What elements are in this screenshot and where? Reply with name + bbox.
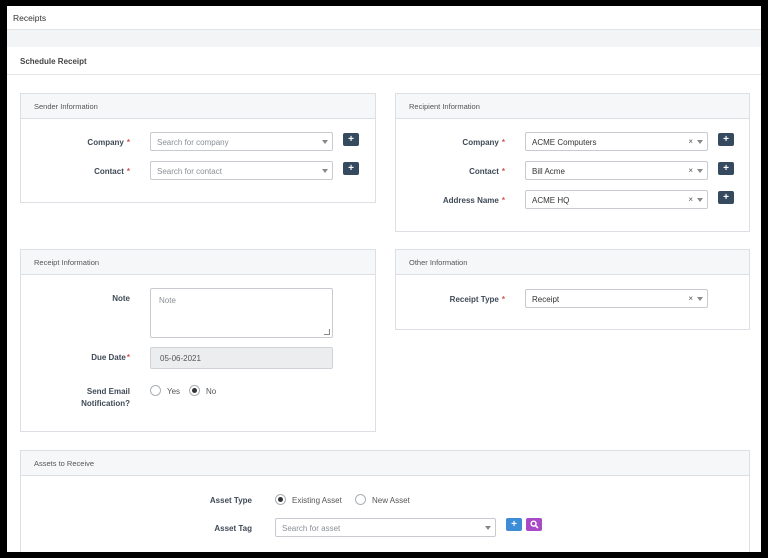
asset-type-existing-radio[interactable] — [275, 494, 286, 505]
clear-x-icon[interactable]: × — [688, 195, 693, 204]
note-placeholder: Note — [159, 296, 176, 305]
assets-panel-title: Assets to Receive — [34, 459, 95, 468]
recipient-panel: Recipient Information Company * ACME Comp… — [395, 93, 750, 232]
due-date-label: Due Date* — [91, 353, 130, 362]
app-window: Receipts Schedule Receipt Sender Informa… — [7, 6, 761, 552]
plus-icon: + — [348, 163, 354, 174]
due-date-value: 05-06-2021 — [160, 354, 201, 363]
sender-company-select[interactable]: Search for company — [150, 132, 333, 151]
receipt-type-select[interactable]: Receipt × — [525, 289, 708, 308]
other-info-panel-header: Other Information — [396, 250, 749, 275]
caret-down-icon — [322, 169, 328, 173]
required-mark: * — [501, 196, 505, 205]
recipient-address-value: ACME HQ — [532, 196, 570, 205]
caret-down-icon — [697, 297, 703, 301]
due-date-input[interactable]: 05-06-2021 — [150, 347, 333, 369]
sender-contact-select[interactable]: Search for contact — [150, 161, 333, 180]
assets-panel-header: Assets to Receive — [21, 451, 749, 476]
required-mark: * — [501, 138, 505, 147]
add-sender-company-button[interactable]: + — [343, 133, 359, 146]
recipient-company-label: Company * — [462, 138, 505, 147]
required-mark: * — [126, 167, 130, 176]
magnifier-icon — [529, 520, 538, 529]
plus-icon: + — [723, 134, 729, 145]
clear-x-icon[interactable]: × — [688, 166, 693, 175]
required-mark: * — [501, 295, 505, 304]
sender-company-placeholder: Search for company — [157, 138, 229, 147]
note-textarea[interactable]: Note — [150, 288, 333, 338]
receipt-type-value: Receipt — [532, 295, 560, 304]
required-mark: * — [126, 353, 130, 362]
recipient-contact-label: Contact * — [469, 167, 505, 176]
other-info-panel: Other Information Receipt Type * Receipt … — [395, 249, 750, 330]
send-email-yes-label: Yes — [167, 387, 181, 396]
plus-icon: + — [723, 192, 729, 203]
recipient-panel-header: Recipient Information — [396, 94, 749, 119]
send-email-label: Send Email Notification? — [81, 387, 130, 408]
asset-type-new-radio[interactable] — [355, 494, 366, 505]
send-email-no-label: No — [206, 387, 217, 396]
recipient-company-value: ACME Computers — [532, 138, 597, 147]
asset-type-label: Asset Type — [209, 496, 252, 505]
note-label: Note — [112, 294, 130, 303]
plus-icon: + — [348, 134, 354, 145]
sender-panel-title: Sender Information — [34, 102, 98, 111]
recipient-contact-select[interactable]: Bill Acme × — [525, 161, 708, 180]
sender-panel: Sender Information Company * Search for c… — [20, 93, 376, 203]
receipt-type-label: Receipt Type * — [449, 295, 505, 304]
resize-handle-icon[interactable] — [324, 329, 330, 335]
main-content: Schedule Receipt Sender Information Comp… — [7, 47, 761, 552]
section-header: Schedule Receipt — [7, 47, 761, 75]
plus-icon: + — [723, 163, 729, 174]
top-bar: Receipts — [7, 6, 761, 30]
recipient-address-label: Address Name * — [442, 196, 505, 205]
clear-x-icon[interactable]: × — [688, 294, 693, 303]
caret-down-icon — [485, 526, 491, 530]
recipient-panel-title: Recipient Information — [409, 102, 480, 111]
caret-down-icon — [697, 140, 703, 144]
add-recipient-contact-button[interactable]: + — [718, 162, 734, 175]
add-sender-contact-button[interactable]: + — [343, 162, 359, 175]
asset-tag-select[interactable]: Search for asset — [275, 518, 496, 537]
section-title: Schedule Receipt — [20, 57, 87, 66]
add-asset-button[interactable]: + — [506, 518, 522, 531]
sender-panel-header: Sender Information — [21, 94, 375, 119]
send-email-no-radio[interactable] — [189, 385, 200, 396]
send-email-yes-radio[interactable] — [150, 385, 161, 396]
caret-down-icon — [322, 140, 328, 144]
required-mark: * — [501, 167, 505, 176]
required-mark: * — [126, 138, 130, 147]
asset-type-new-label: New Asset — [372, 496, 410, 505]
add-recipient-company-button[interactable]: + — [718, 133, 734, 146]
clear-x-icon[interactable]: × — [688, 137, 693, 146]
recipient-address-select[interactable]: ACME HQ × — [525, 190, 708, 209]
receipt-info-panel-header: Receipt Information — [21, 250, 375, 275]
asset-tag-placeholder: Search for asset — [282, 524, 341, 533]
receipt-info-panel: Receipt Information Note Note Due Date* … — [20, 249, 376, 432]
caret-down-icon — [697, 169, 703, 173]
assets-panel: Assets to Receive Asset Type Existing As… — [20, 450, 750, 552]
recipient-contact-value: Bill Acme — [532, 167, 565, 176]
asset-type-existing-label: Existing Asset — [292, 496, 342, 505]
caret-down-icon — [697, 198, 703, 202]
sender-company-label: Company * — [87, 138, 130, 147]
receipt-info-panel-title: Receipt Information — [34, 258, 100, 267]
sender-contact-placeholder: Search for contact — [157, 167, 222, 176]
header-strip — [7, 31, 761, 47]
add-recipient-address-button[interactable]: + — [718, 191, 734, 204]
other-info-panel-title: Other Information — [409, 258, 468, 267]
recipient-company-select[interactable]: ACME Computers × — [525, 132, 708, 151]
search-asset-button[interactable] — [526, 518, 542, 531]
plus-icon: + — [511, 519, 517, 530]
page-title: Receipts — [13, 13, 47, 23]
asset-tag-label: Asset Tag — [214, 524, 252, 533]
sender-contact-label: Contact * — [94, 167, 130, 176]
